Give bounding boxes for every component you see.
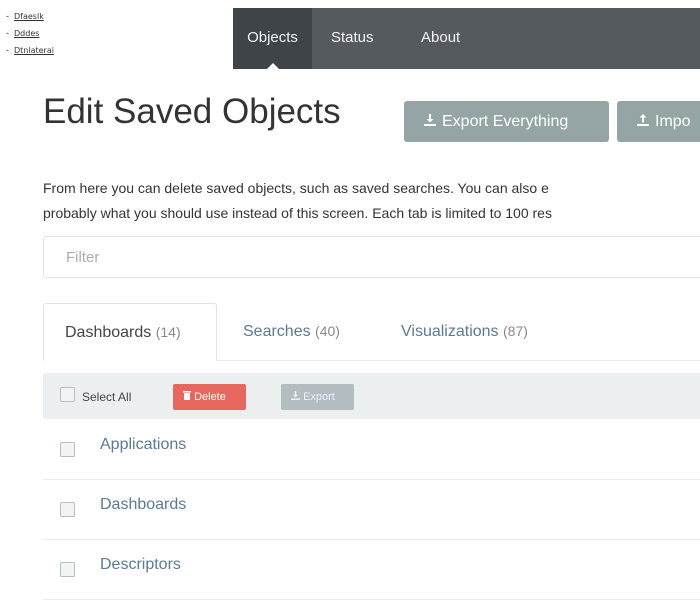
export-selected-button[interactable]: Export bbox=[281, 384, 354, 410]
row-link[interactable]: Descriptors bbox=[100, 556, 181, 574]
nav-tab-objects[interactable]: Objects bbox=[233, 8, 312, 69]
bulk-action-toolbar: Select All Delete Export bbox=[43, 373, 700, 419]
tab-label: Searches bbox=[243, 323, 311, 340]
export-everything-button[interactable]: Export Everything bbox=[404, 101, 609, 142]
side-link-row: - Dddes bbox=[6, 28, 40, 38]
tab-visualizations[interactable]: Visualizations (87) bbox=[380, 303, 549, 360]
side-links: - Dfaeslk - Dddes - Dtnlaterai bbox=[6, 8, 54, 59]
active-caret-icon bbox=[266, 63, 279, 69]
filter-box bbox=[43, 236, 700, 278]
tab-count: (87) bbox=[503, 323, 528, 339]
row-checkbox[interactable] bbox=[60, 442, 75, 457]
tab-label: Dashboards bbox=[65, 324, 152, 341]
top-navbar: Objects Status About bbox=[233, 8, 700, 69]
import-button[interactable]: Impo bbox=[617, 101, 700, 142]
nav-tab-about[interactable]: About bbox=[409, 8, 472, 69]
delete-label: Delete bbox=[194, 391, 226, 403]
nav-tab-status[interactable]: Status bbox=[319, 8, 386, 69]
trash-icon bbox=[183, 391, 194, 403]
side-link-row: - Dtnlaterai bbox=[6, 45, 54, 55]
side-link[interactable]: Dfaeslk bbox=[14, 12, 44, 21]
row-checkbox[interactable] bbox=[60, 502, 75, 517]
tab-count: (14) bbox=[155, 324, 181, 340]
nav-tab-label: About bbox=[421, 29, 461, 46]
page-title: Edit Saved Objects bbox=[43, 92, 341, 131]
description-line: probably what you should use instead of … bbox=[43, 205, 552, 221]
page-description: From here you can delete saved objects, … bbox=[43, 176, 700, 226]
object-type-tabs: Dashboards (14) Searches (40) Visualizat… bbox=[43, 303, 700, 361]
side-link[interactable]: Dtnlaterai bbox=[14, 46, 54, 55]
list-item: Descriptors bbox=[43, 539, 700, 600]
tab-label: Visualizations bbox=[401, 323, 499, 340]
list-item: Dashboards bbox=[43, 479, 700, 540]
tab-dashboards[interactable]: Dashboards (14) bbox=[43, 303, 217, 361]
select-all-label: Select All bbox=[82, 390, 132, 404]
side-link[interactable]: Dddes bbox=[14, 29, 39, 38]
delete-button[interactable]: Delete bbox=[173, 384, 246, 410]
download-icon bbox=[291, 391, 303, 403]
import-label: Impo bbox=[655, 113, 691, 130]
export-everything-label: Export Everything bbox=[442, 113, 569, 130]
list-item: Applications bbox=[43, 419, 700, 480]
export-label: Export bbox=[303, 391, 335, 403]
download-icon bbox=[424, 101, 436, 142]
filter-input[interactable] bbox=[44, 237, 700, 277]
nav-tab-label: Status bbox=[331, 29, 374, 46]
side-link-row: - Dfaeslk bbox=[6, 11, 44, 21]
row-link[interactable]: Applications bbox=[100, 436, 186, 454]
upload-icon bbox=[637, 101, 649, 142]
row-link[interactable]: Dashboards bbox=[100, 496, 186, 514]
nav-tab-label: Objects bbox=[247, 29, 298, 46]
tab-searches[interactable]: Searches (40) bbox=[222, 303, 361, 360]
select-all-checkbox[interactable] bbox=[60, 387, 75, 402]
tab-count: (40) bbox=[315, 323, 340, 339]
description-line: From here you can delete saved objects, … bbox=[43, 180, 549, 196]
row-checkbox[interactable] bbox=[60, 562, 75, 577]
